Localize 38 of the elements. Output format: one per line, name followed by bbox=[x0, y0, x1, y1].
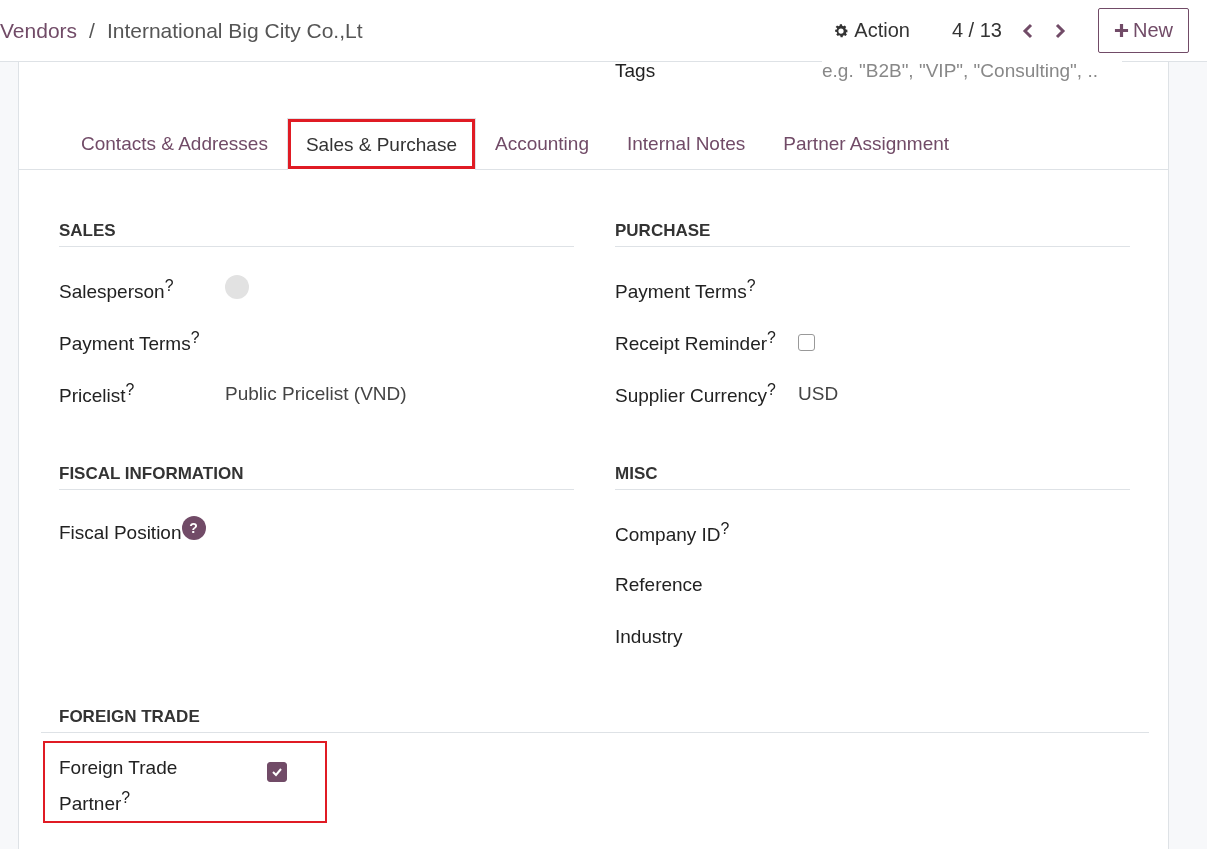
field-label: Pricelist$^{?}$ bbox=[59, 380, 136, 408]
section-heading: PURCHASE bbox=[615, 221, 1130, 247]
field-value: USD bbox=[798, 383, 839, 405]
section-heading: FOREIGN TRADE bbox=[41, 707, 1149, 733]
plus-icon bbox=[1114, 23, 1129, 38]
field-label: Fiscal Position bbox=[59, 522, 182, 544]
field-label: Reference bbox=[615, 574, 704, 596]
help-icon[interactable]: ? bbox=[181, 516, 206, 540]
chevron-left-icon bbox=[1022, 22, 1034, 39]
field-label: Company ID$^{?}$ bbox=[615, 519, 731, 547]
pager-counter: 4 / 13 bbox=[951, 19, 1002, 42]
checkbox[interactable] bbox=[267, 762, 287, 782]
tab[interactable]: Internal Notes bbox=[608, 118, 765, 169]
chevron-right-icon bbox=[1054, 22, 1066, 39]
tab[interactable]: Sales & Purchase bbox=[286, 118, 476, 170]
section-heading: FISCAL INFORMATION bbox=[59, 464, 574, 490]
tab[interactable]: Partner Assignment bbox=[764, 118, 969, 169]
tags-field[interactable]: e.g. "B2B", "VIP", "Consulting", .. bbox=[822, 60, 1122, 82]
breadcrumb-link[interactable]: Vendors bbox=[0, 18, 78, 43]
record-title: International Big City Co.,Lt bbox=[106, 18, 363, 43]
section-heading: MISC bbox=[615, 464, 1130, 490]
field-label: Supplier Currency$^{?}$ bbox=[615, 380, 777, 408]
breadcrumb-separator: / bbox=[89, 18, 95, 43]
tab[interactable]: Contacts & Addresses bbox=[62, 118, 287, 169]
action-button[interactable]: Action bbox=[832, 13, 910, 48]
field-label: Tags bbox=[615, 60, 657, 82]
field-label: Payment Terms$^{?}$ bbox=[59, 328, 201, 356]
section-heading: SALES bbox=[59, 221, 574, 247]
field-label: Salesperson$^{?}$ bbox=[59, 276, 175, 304]
new-button[interactable]: New bbox=[1098, 8, 1189, 53]
field-label: Payment Terms$^{?}$ bbox=[615, 276, 757, 304]
field-label: Receipt Reminder$^{?}$ bbox=[615, 328, 777, 356]
field-label: Industry bbox=[615, 626, 684, 648]
checkmark-icon bbox=[271, 766, 283, 778]
field-label: Foreign Trade Partner$^{?}$ bbox=[59, 756, 179, 817]
field-value: Public Pricelist (VND) bbox=[225, 383, 407, 405]
tab[interactable]: Accounting bbox=[475, 118, 608, 169]
checkbox[interactable] bbox=[798, 333, 815, 351]
